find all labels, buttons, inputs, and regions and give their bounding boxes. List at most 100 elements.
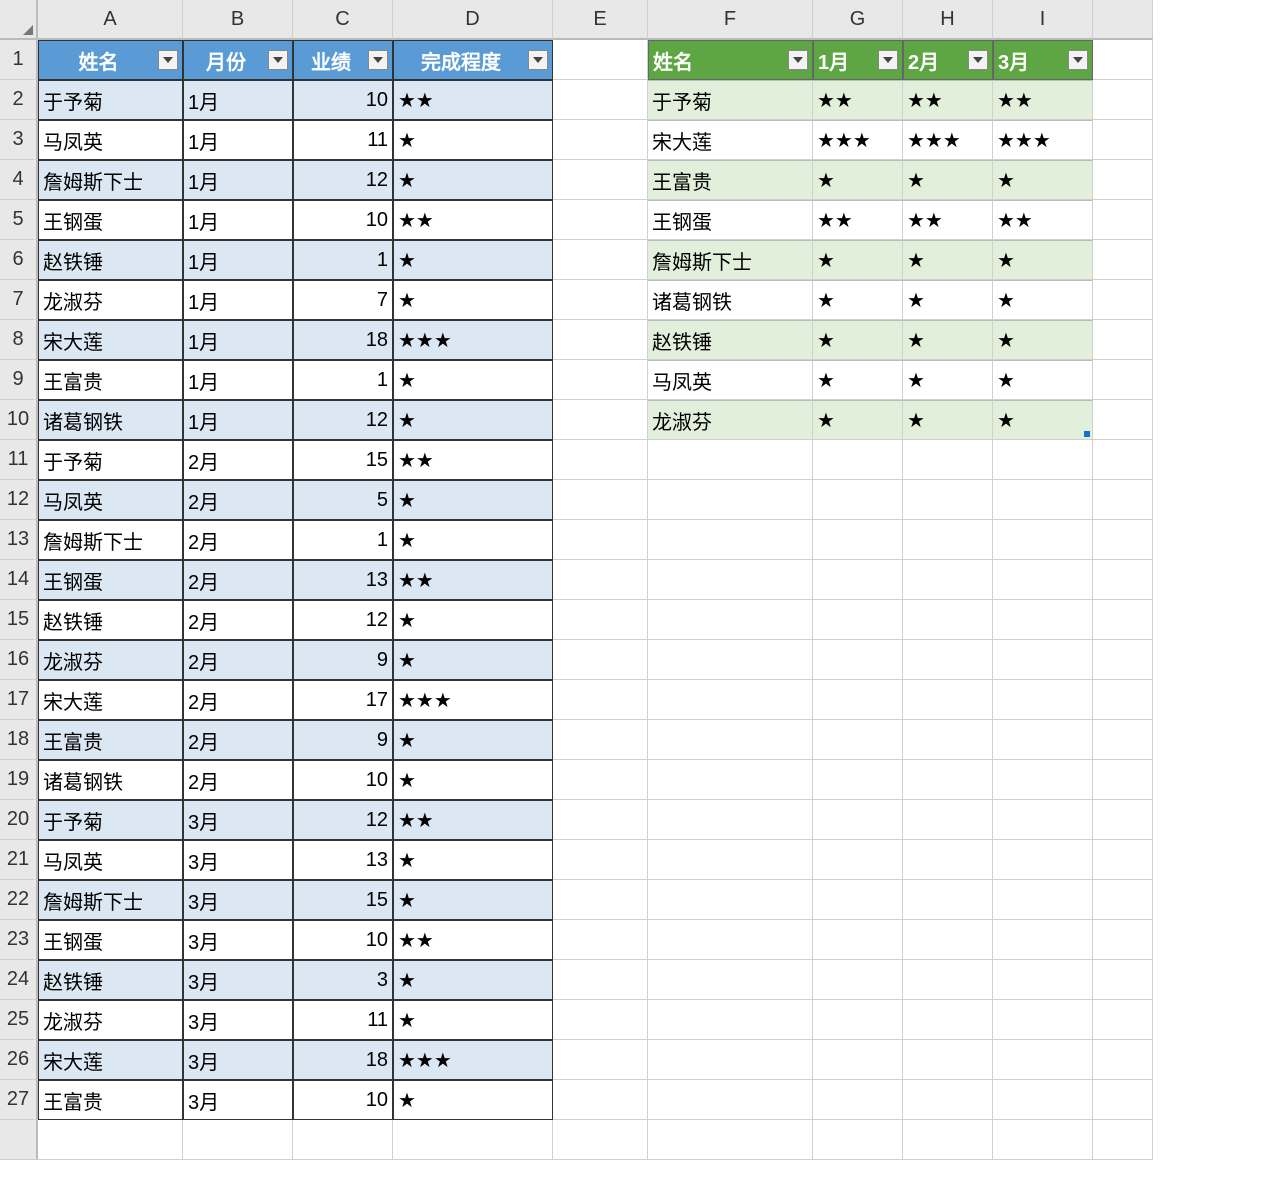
cell-D12[interactable]: ★ — [393, 480, 553, 520]
cell-D24[interactable]: ★ — [393, 960, 553, 1000]
cell-9[interactable] — [1093, 360, 1153, 400]
cell-B16[interactable]: 2月 — [183, 640, 293, 680]
cell-H19[interactable] — [903, 760, 993, 800]
cell-E2[interactable] — [553, 80, 648, 120]
cell-17[interactable] — [1093, 680, 1153, 720]
cell-H15[interactable] — [903, 600, 993, 640]
cell-24[interactable] — [1093, 960, 1153, 1000]
cell-G27[interactable] — [813, 1080, 903, 1120]
cell-I5[interactable]: ★★ — [993, 200, 1093, 240]
cell-A15[interactable]: 赵铁锤 — [38, 600, 183, 640]
cell-G12[interactable] — [813, 480, 903, 520]
cell-I4[interactable]: ★ — [993, 160, 1093, 200]
column-header[interactable]: F — [648, 0, 813, 40]
cell-G2[interactable]: ★★ — [813, 80, 903, 120]
cell-I20[interactable] — [993, 800, 1093, 840]
cell-B27[interactable]: 3月 — [183, 1080, 293, 1120]
cell-D22[interactable]: ★ — [393, 880, 553, 920]
cell-I11[interactable] — [993, 440, 1093, 480]
cell-D2[interactable]: ★★ — [393, 80, 553, 120]
cell-G9[interactable]: ★ — [813, 360, 903, 400]
cell-I22[interactable] — [993, 880, 1093, 920]
cell-D25[interactable]: ★ — [393, 1000, 553, 1040]
cell-I14[interactable] — [993, 560, 1093, 600]
cell-A19[interactable]: 诸葛钢铁 — [38, 760, 183, 800]
cell-D18[interactable]: ★ — [393, 720, 553, 760]
row-header[interactable]: 10 — [0, 400, 38, 440]
row-header[interactable]: 13 — [0, 520, 38, 560]
cell-H20[interactable] — [903, 800, 993, 840]
cell-B14[interactable]: 2月 — [183, 560, 293, 600]
cell-B10[interactable]: 1月 — [183, 400, 293, 440]
cell-H2[interactable]: ★★ — [903, 80, 993, 120]
cell-C5[interactable]: 10 — [293, 200, 393, 240]
cell-F27[interactable] — [648, 1080, 813, 1120]
cell-C27[interactable]: 10 — [293, 1080, 393, 1120]
cell-C22[interactable]: 15 — [293, 880, 393, 920]
cell-E13[interactable] — [553, 520, 648, 560]
cell-D15[interactable]: ★ — [393, 600, 553, 640]
row-header[interactable]: 16 — [0, 640, 38, 680]
row-header[interactable]: 18 — [0, 720, 38, 760]
cell-F9[interactable]: 马凤英 — [648, 360, 813, 400]
cell-F3[interactable]: 宋大莲 — [648, 120, 813, 160]
cell-H26[interactable] — [903, 1040, 993, 1080]
cell-I28[interactable] — [993, 1120, 1093, 1160]
cell-E18[interactable] — [553, 720, 648, 760]
cell-C1[interactable]: 业绩 — [293, 40, 393, 80]
row-header[interactable]: 8 — [0, 320, 38, 360]
cell-E17[interactable] — [553, 680, 648, 720]
cell-3[interactable] — [1093, 120, 1153, 160]
cell-G13[interactable] — [813, 520, 903, 560]
cell-H1[interactable]: 2月 — [903, 40, 993, 80]
cell-E26[interactable] — [553, 1040, 648, 1080]
cell-H21[interactable] — [903, 840, 993, 880]
cell-15[interactable] — [1093, 600, 1153, 640]
cell-H10[interactable]: ★ — [903, 400, 993, 440]
cell-G25[interactable] — [813, 1000, 903, 1040]
cell-H16[interactable] — [903, 640, 993, 680]
cell-F6[interactable]: 詹姆斯下士 — [648, 240, 813, 280]
row-header[interactable]: 20 — [0, 800, 38, 840]
cell-A26[interactable]: 宋大莲 — [38, 1040, 183, 1080]
cell-C3[interactable]: 11 — [293, 120, 393, 160]
cell-H27[interactable] — [903, 1080, 993, 1120]
cell-E15[interactable] — [553, 600, 648, 640]
cell-D4[interactable]: ★ — [393, 160, 553, 200]
cell-F16[interactable] — [648, 640, 813, 680]
cell-H22[interactable] — [903, 880, 993, 920]
cell-20[interactable] — [1093, 800, 1153, 840]
cell-A5[interactable]: 王钢蛋 — [38, 200, 183, 240]
cell-C2[interactable]: 10 — [293, 80, 393, 120]
row-header[interactable]: 12 — [0, 480, 38, 520]
cell-C28[interactable] — [293, 1120, 393, 1160]
cell-I6[interactable]: ★ — [993, 240, 1093, 280]
row-header[interactable]: 22 — [0, 880, 38, 920]
cell-A11[interactable]: 于予菊 — [38, 440, 183, 480]
green-I-filter-button[interactable] — [1068, 50, 1088, 70]
cell-4[interactable] — [1093, 160, 1153, 200]
cell-F19[interactable] — [648, 760, 813, 800]
cell-B21[interactable]: 3月 — [183, 840, 293, 880]
cell-D16[interactable]: ★ — [393, 640, 553, 680]
cell-B7[interactable]: 1月 — [183, 280, 293, 320]
row-header[interactable]: 1 — [0, 40, 38, 80]
cell-C17[interactable]: 17 — [293, 680, 393, 720]
cell-E9[interactable] — [553, 360, 648, 400]
cell-H25[interactable] — [903, 1000, 993, 1040]
cell-F26[interactable] — [648, 1040, 813, 1080]
blue-C-filter-button[interactable] — [368, 50, 388, 70]
cell-H11[interactable] — [903, 440, 993, 480]
cell-H18[interactable] — [903, 720, 993, 760]
cell-D28[interactable] — [393, 1120, 553, 1160]
cell-B19[interactable]: 2月 — [183, 760, 293, 800]
cell-C8[interactable]: 18 — [293, 320, 393, 360]
cell-G15[interactable] — [813, 600, 903, 640]
column-header[interactable]: C — [293, 0, 393, 40]
column-header[interactable] — [1093, 0, 1153, 40]
cell-A9[interactable]: 王富贵 — [38, 360, 183, 400]
cell-H7[interactable]: ★ — [903, 280, 993, 320]
cell-A7[interactable]: 龙淑芬 — [38, 280, 183, 320]
cell-12[interactable] — [1093, 480, 1153, 520]
cell-28[interactable] — [1093, 1120, 1153, 1160]
